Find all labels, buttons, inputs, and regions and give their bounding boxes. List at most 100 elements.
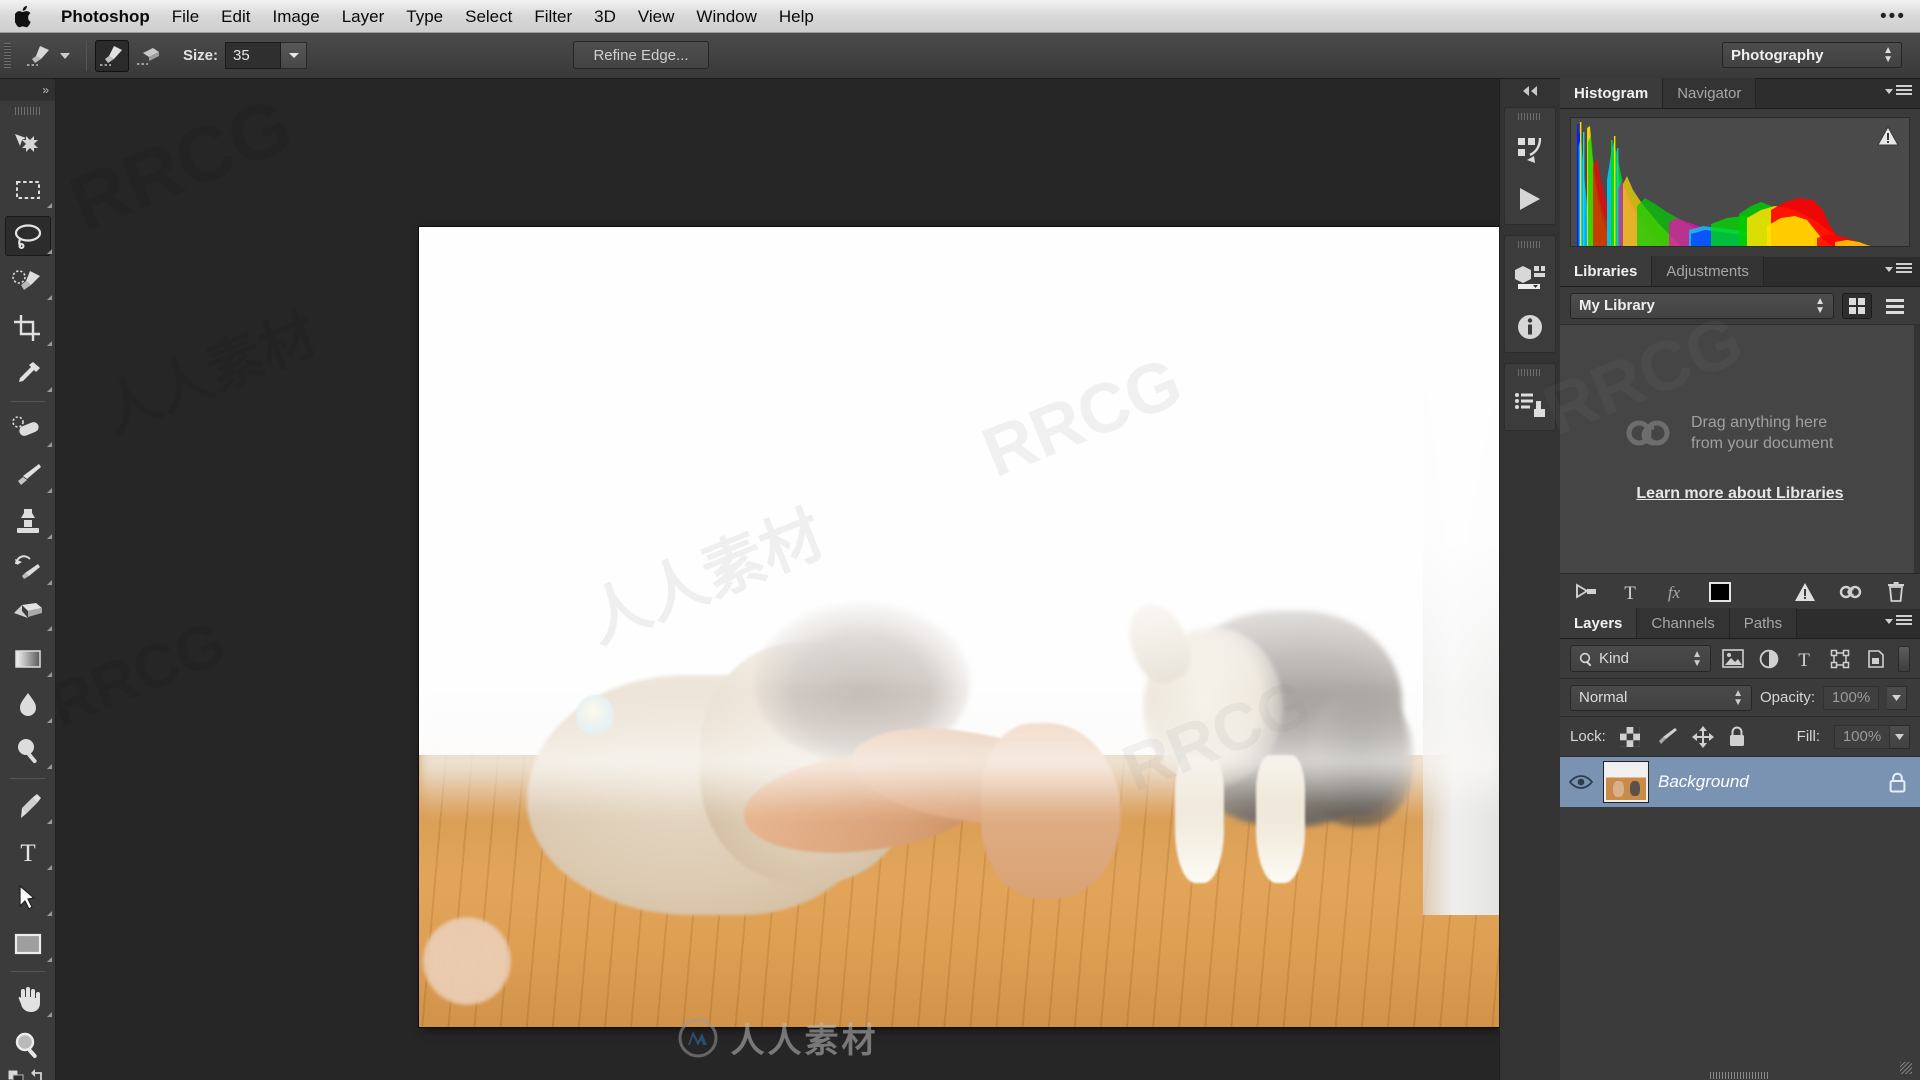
sidebar-item-zoom-tool[interactable] bbox=[0, 1022, 56, 1068]
tab-layers[interactable]: Layers bbox=[1560, 608, 1638, 638]
swap-colors-icon[interactable] bbox=[31, 1068, 47, 1080]
adjustment-circle-icon[interactable] bbox=[1755, 645, 1783, 672]
menu-item-3d[interactable]: 3D bbox=[583, 0, 627, 33]
color-swatch-icon[interactable] bbox=[1708, 581, 1732, 603]
menu-item-file[interactable]: File bbox=[161, 0, 210, 33]
panel-menu-icon[interactable] bbox=[1885, 615, 1912, 627]
menu-item-select[interactable]: Select bbox=[454, 0, 523, 33]
tab-adjustments[interactable]: Adjustments bbox=[1652, 256, 1764, 286]
learn-more-libraries-link[interactable]: Learn more about Libraries bbox=[1560, 485, 1920, 503]
play-icon[interactable] bbox=[1505, 174, 1555, 224]
sidebar-item-blur-tool[interactable] bbox=[0, 682, 56, 728]
sidebar-item-eraser-tool[interactable] bbox=[0, 590, 56, 636]
document-canvas[interactable]: 人人素材 RRCG RRCG bbox=[419, 227, 1499, 1027]
dock-grip[interactable] bbox=[1505, 108, 1555, 124]
tab-paths[interactable]: Paths bbox=[1729, 608, 1798, 638]
cached-data-warning-icon[interactable] bbox=[1877, 126, 1899, 146]
brush-icon[interactable] bbox=[1654, 727, 1678, 747]
panel-menu-icon[interactable] bbox=[1885, 85, 1912, 97]
tab-histogram[interactable]: Histogram bbox=[1560, 78, 1664, 108]
libraries-content[interactable]: RRCG Drag anything here from your docume… bbox=[1560, 325, 1920, 573]
canvas-workspace[interactable]: RRCG 人人素材 RRCG 人人素材 bbox=[56, 79, 1499, 1080]
opacity-chevron-down-icon[interactable] bbox=[1887, 685, 1908, 710]
layer-filter-kind-select[interactable]: Kind ▲ ▼ bbox=[1570, 645, 1711, 672]
sidebar-item-hand-tool[interactable] bbox=[0, 976, 56, 1022]
trash-icon[interactable] bbox=[1886, 581, 1906, 603]
history-panel-icon[interactable] bbox=[1505, 380, 1555, 430]
tool-preset-picker[interactable] bbox=[14, 40, 78, 72]
sidebar-item-quick-selection-tool[interactable] bbox=[0, 259, 56, 305]
panel-resize-grip[interactable] bbox=[1900, 1062, 1912, 1074]
menu-extras-icon[interactable]: ••• bbox=[1880, 6, 1906, 28]
menu-item-filter[interactable]: Filter bbox=[523, 0, 583, 33]
text-style-icon[interactable]: T bbox=[1620, 582, 1640, 602]
sidebar-item-eyedropper-tool[interactable] bbox=[0, 351, 56, 397]
opacity-input[interactable]: 100% bbox=[1823, 685, 1880, 710]
refine-brush-add-icon[interactable] bbox=[95, 39, 129, 72]
layer-name[interactable]: Background bbox=[1658, 772, 1749, 792]
type-t-icon[interactable]: T bbox=[1790, 645, 1818, 672]
collapse-panels-icon[interactable] bbox=[1500, 79, 1560, 103]
library-select[interactable]: My Library ▲ ▼ bbox=[1570, 292, 1834, 319]
sidebar-item-brush-tool[interactable] bbox=[0, 452, 56, 498]
dock-grip[interactable] bbox=[1505, 236, 1555, 252]
sidebar-item-rectangle-tool[interactable] bbox=[0, 921, 56, 967]
creative-cloud-icon[interactable] bbox=[1838, 582, 1864, 602]
tab-channels[interactable]: Channels bbox=[1637, 608, 1730, 638]
sidebar-item-pen-tool[interactable] bbox=[0, 783, 56, 829]
sidebar-item-dodge-tool[interactable] bbox=[0, 728, 56, 774]
sidebar-item-marquee-tool[interactable] bbox=[0, 167, 56, 213]
sidebar-item-lasso-tool[interactable] bbox=[0, 213, 56, 259]
checkerboard-icon[interactable] bbox=[1619, 726, 1640, 747]
sidebar-item-clone-stamp-tool[interactable] bbox=[0, 498, 56, 544]
menu-item-view[interactable]: View bbox=[627, 0, 686, 33]
fx-icon[interactable]: fx bbox=[1662, 582, 1686, 602]
move-arrows-icon[interactable] bbox=[1691, 725, 1714, 748]
panel-menu-icon[interactable] bbox=[1885, 263, 1912, 275]
sidebar-item-healing-brush-tool[interactable] bbox=[0, 406, 56, 452]
menu-item-image[interactable]: Image bbox=[261, 0, 330, 33]
smart-object-icon[interactable] bbox=[1862, 645, 1890, 672]
menu-item-photoshop[interactable]: Photoshop bbox=[50, 0, 161, 33]
refine-brush-erase-icon[interactable] bbox=[129, 40, 163, 72]
layer-thumbnail[interactable] bbox=[1603, 761, 1649, 803]
tab-navigator[interactable]: Navigator bbox=[1663, 78, 1757, 108]
list-view-icon[interactable] bbox=[1880, 293, 1910, 319]
padlock-icon[interactable] bbox=[1728, 726, 1746, 748]
default-colors-icon[interactable] bbox=[8, 1070, 24, 1080]
menu-item-layer[interactable]: Layer bbox=[331, 0, 396, 33]
sidebar-item-gradient-tool[interactable] bbox=[0, 636, 56, 682]
sidebar-item-path-selection-tool[interactable] bbox=[0, 875, 56, 921]
filter-toggle-switch[interactable] bbox=[1897, 645, 1910, 672]
table-row[interactable]: Background bbox=[1560, 757, 1920, 807]
actions-panel-icon[interactable] bbox=[1505, 124, 1555, 174]
libraries-scrollbar[interactable] bbox=[1914, 325, 1920, 573]
shape-icon[interactable] bbox=[1826, 645, 1854, 672]
refine-edge-button[interactable]: Refine Edge... bbox=[573, 41, 709, 69]
toolbar-grip[interactable] bbox=[0, 101, 55, 121]
image-icon[interactable] bbox=[1719, 645, 1747, 672]
sidebar-item-history-brush-tool[interactable] bbox=[0, 544, 56, 590]
chevron-down-icon[interactable] bbox=[60, 52, 70, 60]
fill-chevron-down-icon[interactable] bbox=[1890, 724, 1910, 749]
size-input[interactable]: 35 bbox=[225, 42, 282, 69]
warning-triangle-icon[interactable] bbox=[1794, 582, 1816, 602]
menu-item-edit[interactable]: Edit bbox=[210, 0, 261, 33]
apple-logo-icon[interactable] bbox=[12, 3, 36, 29]
layer-padlock-icon[interactable] bbox=[1889, 772, 1906, 793]
refine-edge-brush-icon[interactable] bbox=[22, 40, 56, 72]
layers-list[interactable]: Background bbox=[1560, 757, 1920, 1080]
workspace-switcher[interactable]: Photography ▲ ▼ bbox=[1722, 42, 1902, 68]
sidebar-item-crop-tool[interactable] bbox=[0, 305, 56, 351]
grid-view-icon[interactable] bbox=[1842, 292, 1872, 319]
sidebar-item-type-tool[interactable]: T bbox=[0, 829, 56, 875]
menu-item-type[interactable]: Type bbox=[395, 0, 454, 33]
size-stepper-chevron-down-icon[interactable] bbox=[281, 42, 308, 69]
options-bar-grip[interactable] bbox=[0, 33, 14, 79]
info-icon[interactable] bbox=[1505, 302, 1555, 352]
eye-icon[interactable] bbox=[1568, 774, 1594, 790]
window-resize-grip[interactable] bbox=[1710, 1072, 1770, 1079]
dock-grip[interactable] bbox=[1505, 364, 1555, 380]
blend-mode-select[interactable]: Normal ▲ ▼ bbox=[1570, 684, 1752, 711]
3d-panel-icon[interactable] bbox=[1505, 252, 1555, 302]
